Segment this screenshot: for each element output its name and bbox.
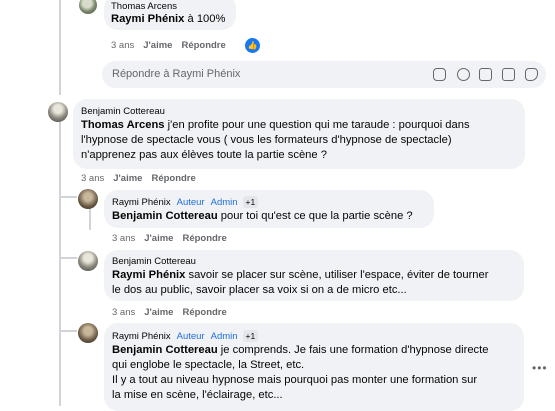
reply-placeholder: Répondre à Raymi Phénix xyxy=(112,68,241,80)
comment-text-line: j'en profite pour une question qui me ta… xyxy=(164,119,470,131)
comment-text-content: à 100% xyxy=(184,13,226,25)
reply-button[interactable]: Répondre xyxy=(182,307,226,318)
like-button[interactable]: J'aime xyxy=(144,307,173,318)
like-button[interactable]: J'aime xyxy=(113,173,142,184)
avatar[interactable] xyxy=(48,102,68,122)
author-badge: Auteur xyxy=(176,331,205,342)
mention-link[interactable]: Raymi Phénix xyxy=(111,13,184,25)
comment-text-line: savoir se placer sur scène, utiliser l'e… xyxy=(185,269,489,281)
comment-text-line: qui englobe le spectacle, la Street, etc… xyxy=(112,359,305,371)
timestamp[interactable]: 3 ans xyxy=(81,173,104,184)
gif-icon[interactable] xyxy=(502,68,515,81)
avatar-sticker-icon[interactable] xyxy=(433,68,446,81)
reply-button[interactable]: Répondre xyxy=(151,173,195,184)
thread-line xyxy=(89,206,91,230)
comment-actions: 3 ans J'aime Répondre xyxy=(112,307,236,318)
thread-line xyxy=(59,122,61,406)
thread-line xyxy=(59,0,61,95)
comment-text: Benjamin Cottereau je comprends. Je fais… xyxy=(112,343,522,403)
comment-actions: 3 ans J'aime Répondre xyxy=(111,40,235,51)
comment-author[interactable]: Thomas Arcens xyxy=(111,1,177,12)
comment-actions: 3 ans J'aime Répondre xyxy=(81,173,205,184)
camera-icon[interactable] xyxy=(479,68,492,81)
comment-author[interactable]: Benjamin Cottereau xyxy=(112,256,196,267)
comment-text-line: n'apprenez pas aux élèves toute la parti… xyxy=(81,149,327,161)
timestamp[interactable]: 3 ans xyxy=(112,307,135,318)
timestamp[interactable]: 3 ans xyxy=(111,40,134,51)
admin-badge: Admin xyxy=(210,197,238,208)
mention-link[interactable]: Benjamin Cottereau xyxy=(112,210,218,222)
comment-author[interactable]: Benjamin Cottereau xyxy=(81,106,165,117)
comment-actions: 3 ans J'aime Répondre xyxy=(112,233,236,244)
comment-text-content: pour toi qu'est ce que la partie scène ? xyxy=(217,210,413,222)
reply-button[interactable]: Répondre xyxy=(182,233,226,244)
comment-text: Benjamin Cottereau pour toi qu'est ce qu… xyxy=(112,209,413,224)
timestamp[interactable]: 3 ans xyxy=(112,233,135,244)
mention-link[interactable]: Raymi Phénix xyxy=(112,269,185,281)
mention-link[interactable]: Thomas Arcens xyxy=(81,119,165,131)
comment-author[interactable]: Raymi Phénix xyxy=(112,197,171,208)
admin-badge: Admin xyxy=(210,331,238,342)
comment-text-line: je comprends. Je fais une formation d'hy… xyxy=(217,344,489,356)
like-button[interactable]: J'aime xyxy=(143,40,172,51)
like-button[interactable]: J'aime xyxy=(144,233,173,244)
extra-badge[interactable]: +1 xyxy=(242,330,259,342)
comment-text-line: le dos au public, savoir placer sa voix … xyxy=(112,284,407,296)
comment-text-line: la mise en scène, l'éclairage, etc... xyxy=(112,389,283,401)
more-options-button[interactable]: ••• xyxy=(532,361,548,375)
extra-badge[interactable]: +1 xyxy=(242,196,259,208)
avatar[interactable] xyxy=(78,323,98,343)
comment-author[interactable]: Raymi Phénix xyxy=(112,331,171,342)
comment-text: Thomas Arcens j'en profite pour une ques… xyxy=(81,118,521,163)
thumbs-up-icon[interactable]: 👍 xyxy=(245,38,260,53)
reply-button[interactable]: Répondre xyxy=(181,40,225,51)
comment-text: Raymi Phénix à 100% xyxy=(111,12,225,27)
thread-line-branch xyxy=(59,257,77,259)
comment-header: Raymi Phénix Auteur Admin +1 xyxy=(112,330,259,342)
emoji-icon[interactable] xyxy=(457,68,470,81)
mention-link[interactable]: Benjamin Cottereau xyxy=(112,344,218,356)
author-badge: Auteur xyxy=(176,197,205,208)
comment-text-line: l'hypnose de spectacle vous ( vous les f… xyxy=(81,134,452,146)
avatar[interactable] xyxy=(78,251,98,271)
thread-line-branch xyxy=(59,196,77,198)
avatar[interactable] xyxy=(79,0,97,14)
thread-line-branch xyxy=(59,330,77,332)
comment-header: Raymi Phénix Auteur Admin +1 xyxy=(112,196,259,208)
avatar[interactable] xyxy=(78,189,98,209)
comment-text-line: Il y a tout au niveau hypnose mais pourq… xyxy=(112,374,478,386)
comment-text: Raymi Phénix savoir se placer sur scène,… xyxy=(112,268,522,298)
